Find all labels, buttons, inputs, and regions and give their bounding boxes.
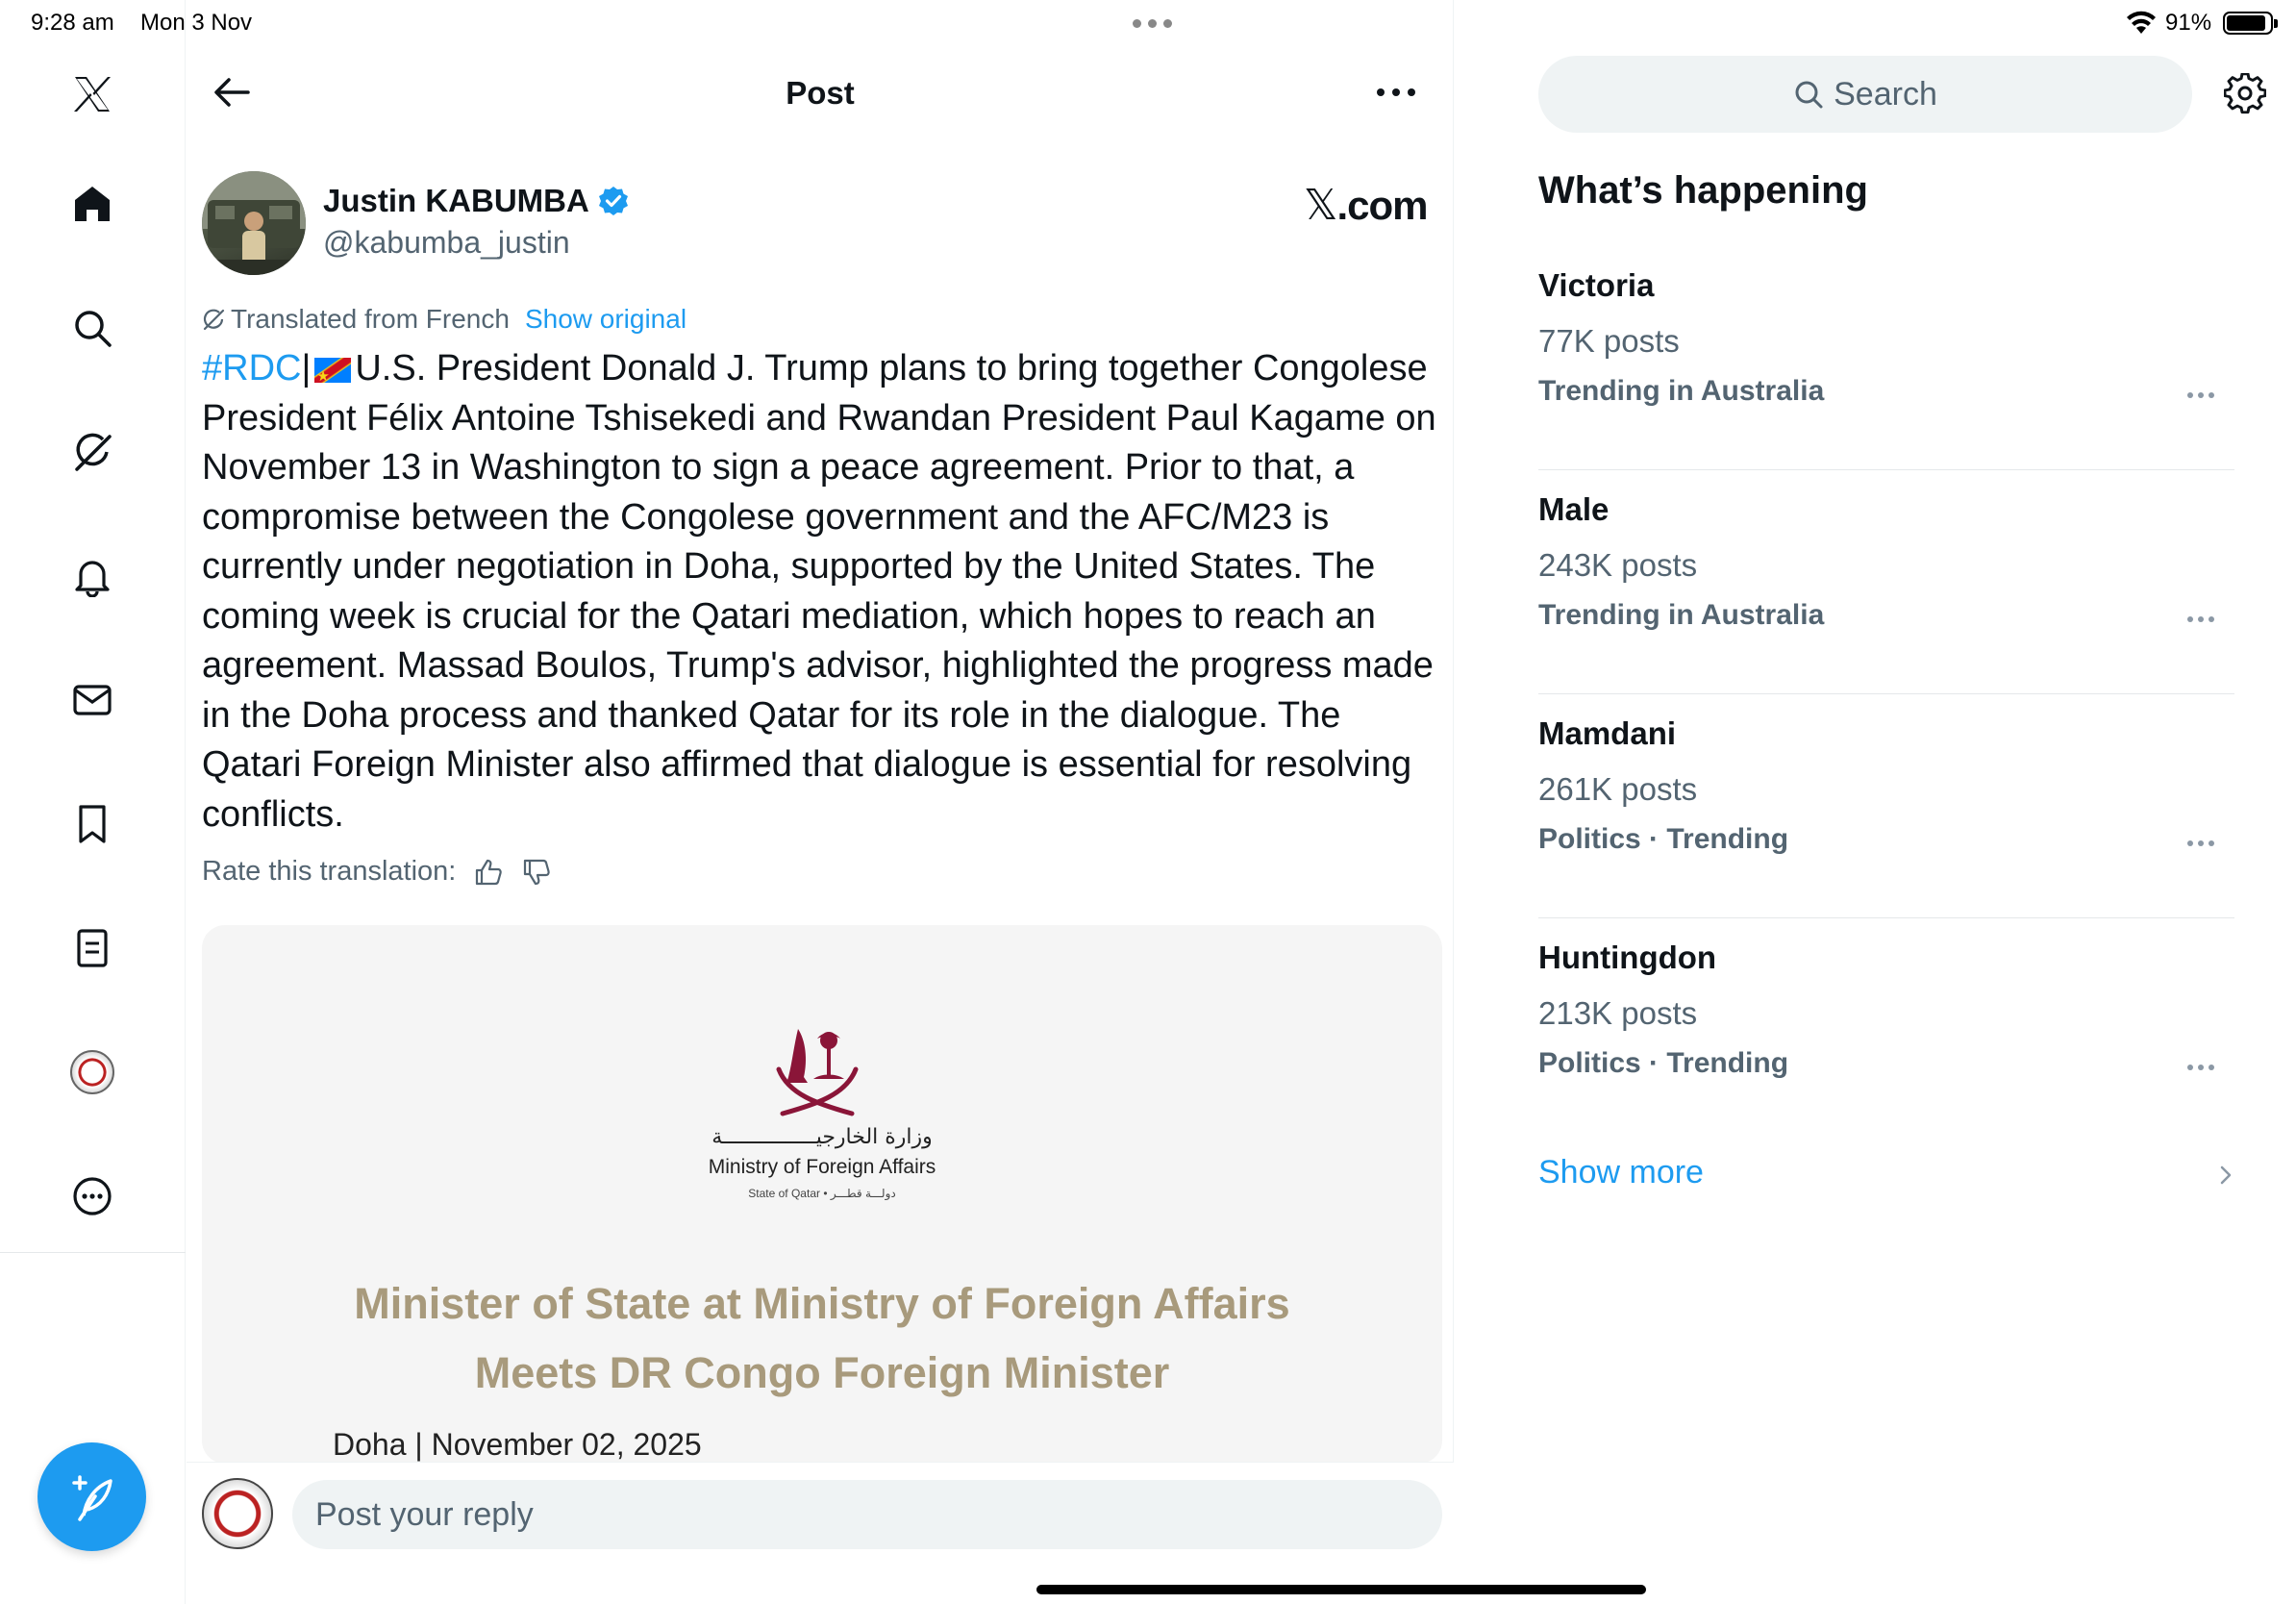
show-more-link[interactable]: Show more — [1538, 1154, 1704, 1191]
compose-post-button[interactable] — [37, 1442, 146, 1551]
thumbs-up-icon[interactable] — [473, 857, 504, 888]
trend-context: Politics · Trending — [1538, 823, 1789, 855]
search-icon — [1795, 81, 1823, 109]
x-logo-icon[interactable] — [62, 63, 123, 125]
whats-happening-title: What’s happening — [1538, 169, 1868, 212]
home-icon[interactable] — [62, 173, 123, 235]
post-text: #RDC|U.S. President Donald J. Trump plan… — [202, 344, 1442, 840]
search-input[interactable]: Search — [1538, 56, 2192, 133]
translated-label: Translated from French — [231, 304, 510, 334]
trend-post-count: 77K posts — [1538, 323, 1680, 359]
more-options-icon[interactable] — [1375, 81, 1417, 104]
trend-name: Victoria — [1538, 267, 1655, 303]
trend-item[interactable]: Victoria 77K posts Trending in Australia — [1538, 246, 2234, 470]
author-avatar[interactable] — [202, 171, 306, 275]
trend-context: Politics · Trending — [1538, 1047, 1789, 1079]
ministry-arabic-name: وزارة الخارجيـــــــــــــــة — [711, 1125, 933, 1149]
media-headline-line2: Meets DR Congo Foreign Minister — [474, 1348, 1170, 1397]
search-placeholder: Search — [1834, 75, 1937, 113]
right-sidebar: Search What’s happening Victoria 77K pos… — [1455, 0, 2296, 1604]
ministry-english-name: Ministry of Foreign Affairs — [708, 1156, 936, 1178]
trend-post-count: 243K posts — [1538, 547, 1698, 583]
source-label: 𝕏.com — [1304, 181, 1428, 230]
feather-plus-icon — [71, 1474, 112, 1521]
trend-name: Mamdani — [1538, 715, 1677, 751]
messages-mail-icon[interactable] — [62, 669, 123, 731]
trend-more-icon[interactable] — [2186, 839, 2215, 848]
reply-bar — [187, 1462, 1454, 1604]
trend-name: Huntingdon — [1538, 940, 1717, 975]
bookmark-icon[interactable] — [62, 793, 123, 855]
translate-grok-icon — [203, 309, 225, 331]
trend-post-count: 213K posts — [1538, 995, 1698, 1031]
author-name-text: Justin KABUMBA — [323, 183, 589, 218]
trend-item[interactable]: Male 243K posts Trending in Australia — [1538, 470, 2234, 694]
trend-more-icon[interactable] — [2186, 1063, 2215, 1072]
trend-name: Male — [1538, 491, 1610, 527]
trend-more-icon[interactable] — [2186, 614, 2215, 624]
post-body-text: U.S. President Donald J. Trump plans to … — [202, 348, 1436, 835]
verified-badge-icon[interactable] — [597, 185, 630, 217]
author-handle[interactable]: @kabumba_justin — [323, 225, 570, 261]
qatar-emblem-icon — [776, 1029, 859, 1116]
source-label-text: .com — [1336, 183, 1428, 228]
profile-avatar[interactable] — [62, 1041, 123, 1103]
rate-translation-label: Rate this translation: — [202, 856, 457, 887]
media-dateline: Doha | November 02, 2025 — [333, 1427, 702, 1462]
media-headline-line1: Minister of State at Ministry of Foreign… — [354, 1279, 1290, 1328]
notifications-bell-icon[interactable] — [62, 545, 123, 607]
lists-icon[interactable] — [62, 917, 123, 979]
separator: | — [301, 348, 312, 388]
rate-translation: Rate this translation: — [202, 856, 552, 888]
hashtag-link[interactable]: #RDC — [202, 348, 301, 388]
x-logo-icon: 𝕏 — [1304, 182, 1337, 229]
reply-user-avatar[interactable] — [202, 1478, 273, 1549]
translation-notice: Translated from French Show original — [202, 304, 686, 335]
search-icon[interactable] — [62, 297, 123, 359]
trend-more-icon[interactable] — [2186, 390, 2215, 400]
drc-flag-icon — [314, 352, 352, 402]
post-media-image[interactable]: وزارة الخارجيـــــــــــــــة Ministry o… — [202, 925, 1442, 1464]
grok-icon[interactable] — [62, 421, 123, 483]
nav-divider — [0, 1252, 186, 1253]
trend-item[interactable]: Huntingdon 213K posts Politics · Trendin… — [1538, 918, 2234, 1142]
more-circle-icon[interactable] — [62, 1165, 123, 1227]
trend-post-count: 261K posts — [1538, 771, 1698, 807]
left-navigation — [0, 0, 186, 1604]
show-original-link[interactable]: Show original — [525, 304, 686, 335]
author-name[interactable]: Justin KABUMBA — [323, 183, 630, 219]
state-of-qatar-line: State of Qatar • دولـــة قطـــر — [748, 1187, 896, 1200]
trend-item[interactable]: Mamdani 261K posts Politics · Trending — [1538, 694, 2234, 918]
chevron-right-icon[interactable] — [2214, 1162, 2237, 1189]
reply-input[interactable] — [292, 1480, 1442, 1549]
page-title: Post — [786, 75, 855, 111]
settings-gear-icon[interactable] — [2224, 73, 2266, 115]
post-detail-column: Post Justin KABUMBA @kabumba_justin 𝕏.co… — [187, 0, 1646, 1604]
trend-context: Trending in Australia — [1538, 599, 1825, 631]
trend-context: Trending in Australia — [1538, 375, 1825, 407]
thumbs-down-icon[interactable] — [521, 857, 552, 888]
